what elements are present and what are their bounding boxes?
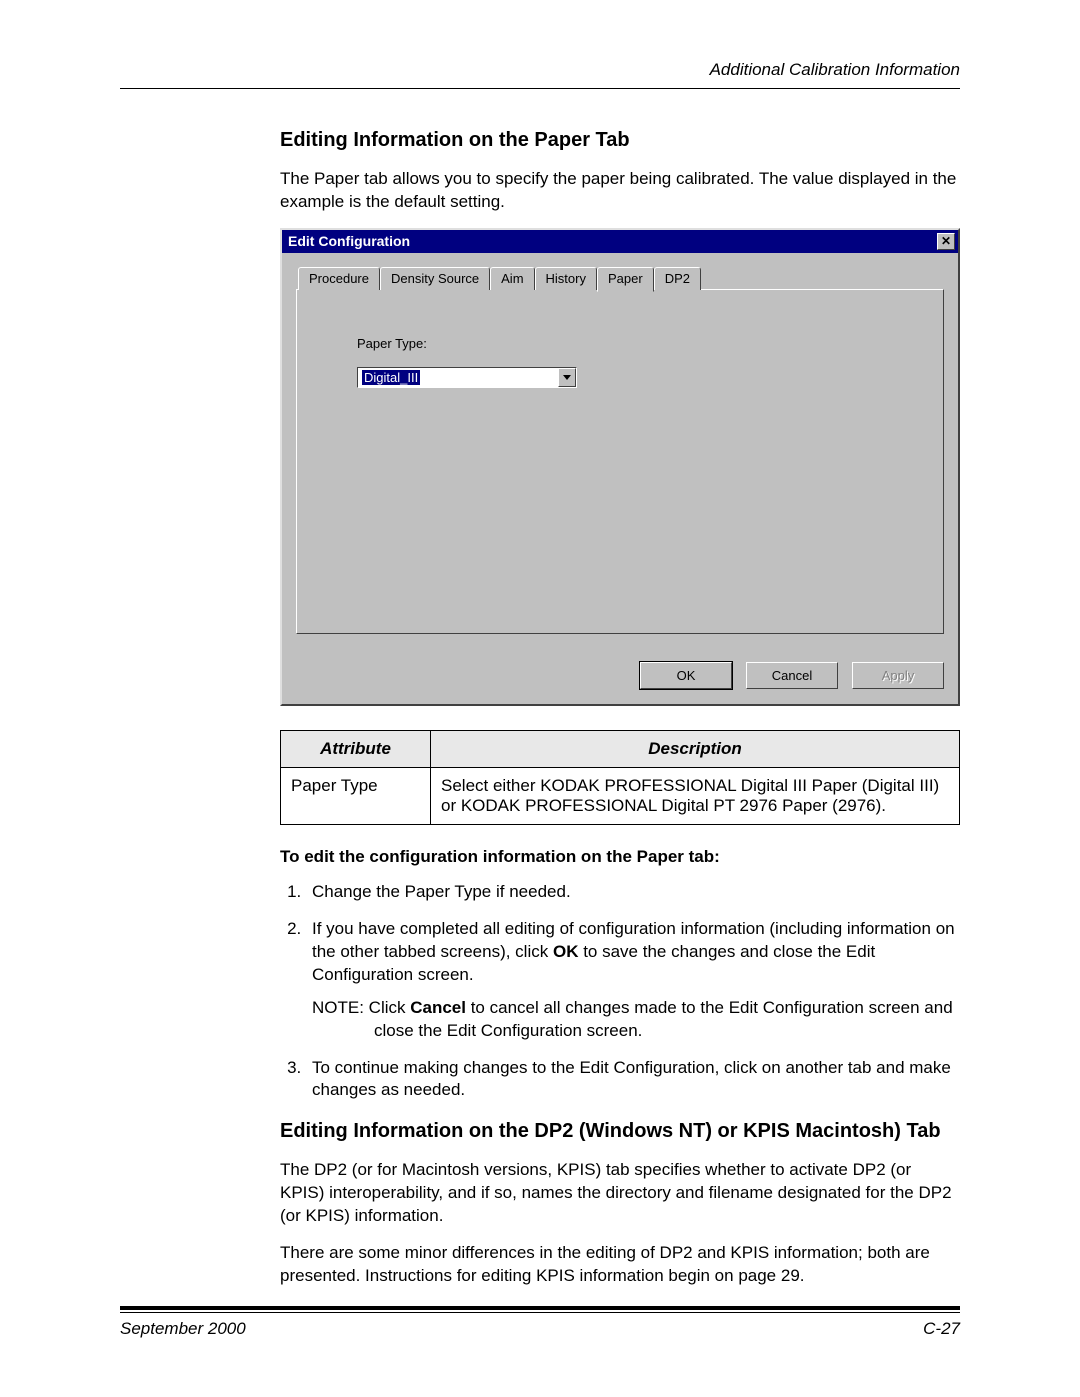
tab-history[interactable]: History: [535, 267, 597, 290]
page-footer: September 2000 C-27: [120, 1306, 960, 1339]
chevron-down-icon[interactable]: [558, 368, 576, 387]
procedure-subhead: To edit the configuration information on…: [280, 847, 960, 867]
table-cell-attr: Paper Type: [281, 767, 431, 824]
dp2-paragraph-1: The DP2 (or for Macintosh versions, KPIS…: [280, 1159, 960, 1228]
dialog-titlebar: Edit Configuration ✕: [282, 230, 958, 253]
close-icon[interactable]: ✕: [937, 233, 955, 250]
tab-paper[interactable]: Paper: [597, 267, 654, 292]
attribute-table: Attribute Description Paper Type Select …: [280, 730, 960, 825]
dialog-title: Edit Configuration: [288, 233, 410, 249]
footer-date: September 2000: [120, 1319, 246, 1339]
apply-button: Apply: [852, 662, 944, 689]
section-heading-paper: Editing Information on the Paper Tab: [280, 129, 960, 152]
step-2-note: NOTE: Click Cancel to cancel all changes…: [312, 997, 960, 1043]
step-3: To continue making changes to the Edit C…: [306, 1057, 960, 1103]
table-cell-desc: Select either KODAK PROFESSIONAL Digital…: [431, 767, 960, 824]
tab-density-source[interactable]: Density Source: [380, 267, 490, 290]
intro-text: The Paper tab allows you to specify the …: [280, 168, 960, 214]
dp2-paragraph-2: There are some minor differences in the …: [280, 1242, 960, 1288]
ok-button[interactable]: OK: [640, 662, 732, 689]
paper-type-label: Paper Type:: [357, 336, 943, 351]
table-header-attribute: Attribute: [281, 730, 431, 767]
step-2: If you have completed all editing of con…: [306, 918, 960, 1043]
step-1: Change the Paper Type if needed.: [306, 881, 960, 904]
footer-page: C-27: [923, 1319, 960, 1339]
cancel-button[interactable]: Cancel: [746, 662, 838, 689]
paper-type-dropdown[interactable]: Digital_III: [357, 367, 577, 388]
tab-procedure[interactable]: Procedure: [298, 267, 380, 290]
tab-aim[interactable]: Aim: [490, 267, 534, 290]
page-header: Additional Calibration Information: [120, 60, 960, 89]
paper-type-value: Digital_III: [358, 368, 558, 387]
edit-configuration-dialog: Edit Configuration ✕ Procedure Density S…: [280, 228, 960, 706]
table-row: Paper Type Select either KODAK PROFESSIO…: [281, 767, 960, 824]
paper-tab-panel: Paper Type: Digital_III: [296, 289, 944, 634]
tab-dp2[interactable]: DP2: [654, 267, 701, 290]
tab-strip: Procedure Density Source Aim History Pap…: [298, 267, 944, 290]
steps-list: Change the Paper Type if needed. If you …: [280, 881, 960, 1103]
table-header-description: Description: [431, 730, 960, 767]
section-heading-dp2: Editing Information on the DP2 (Windows …: [280, 1120, 960, 1143]
